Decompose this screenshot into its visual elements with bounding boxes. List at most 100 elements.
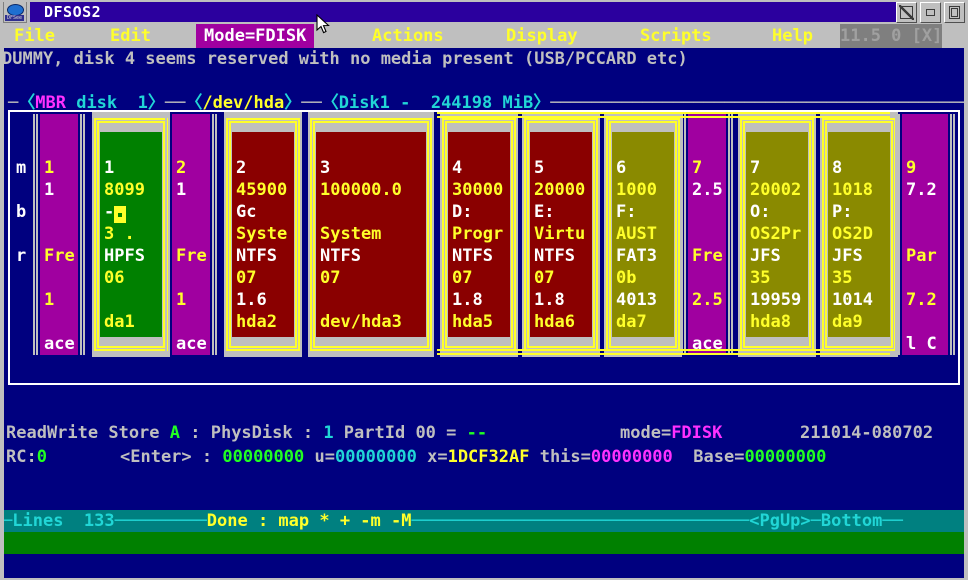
partition-field: ace — [692, 334, 723, 354]
partition-field: 2.5 — [692, 180, 723, 200]
free-space-rail — [681, 114, 683, 355]
partition-field: Par — [906, 246, 937, 266]
partition-field: 7.2 — [906, 180, 937, 200]
partition-field: 7 — [692, 158, 703, 178]
maximize-button[interactable] — [944, 1, 965, 23]
lines-spacer — [63, 511, 83, 531]
info-physdisk-label: : PhysDisk : — [180, 423, 324, 443]
partition-field: P: — [832, 202, 853, 222]
partition-hda3[interactable]: 3 100000.0 System NTFS 07 dev/hda3 — [316, 132, 426, 337]
menu-item-scripts[interactable]: Scripts — [640, 24, 712, 48]
partition-hda8[interactable]: 7 20002 O: OS2Pr JFS 35 19959 hda8 — [746, 132, 808, 337]
extended-partition-rail-top — [437, 116, 890, 118]
cursor-dot — [118, 213, 122, 217]
partition-field: 19959 — [750, 290, 802, 310]
app-icon-label: DFSee — [5, 15, 24, 21]
partition-field: Progr — [452, 224, 504, 244]
lines-dash-bottom: ─ — [810, 511, 821, 531]
info-line-1: ReadWrite Store A : PhysDisk : 1 PartId … — [6, 422, 487, 444]
lines-pgup[interactable]: <PgUp> — [749, 511, 810, 531]
mouse-cursor — [316, 14, 330, 34]
free-space-2[interactable]: 21Fre1aceWas — [172, 114, 210, 355]
lines-dash-end: ── — [882, 511, 903, 531]
info-physdisk-value: 1 — [323, 423, 334, 443]
partition-field: 1.8 — [452, 290, 483, 310]
disk-map: mbr 11Fre1aceWas18099-c3 .HPFS06da121Fre… — [8, 110, 960, 385]
partition-field: E: — [534, 202, 555, 222]
free-space-rail — [83, 114, 85, 355]
menu-item-file[interactable]: File — [14, 24, 55, 48]
info-this-label: this= — [529, 447, 591, 467]
lines-dash-mid: ───────── — [114, 511, 207, 531]
partition-field: da7 — [616, 312, 647, 332]
partition-hda1[interactable]: 18099-c3 .HPFS06da1 — [100, 132, 162, 337]
free-space-rail — [36, 114, 38, 355]
partition-hda5[interactable]: 4 30000 D: Progr NTFS 07 1.8 hda5 — [448, 132, 510, 337]
info-rc-label: RC: — [6, 447, 37, 467]
partition-field: JFS — [750, 246, 781, 266]
menu-item-help[interactable]: Help — [772, 24, 813, 48]
partition-field: l C — [906, 334, 937, 354]
info-timestamp: 211014-080702 — [800, 423, 934, 443]
partition-field: 1 — [44, 290, 55, 310]
partition-field: 1018 — [832, 180, 873, 200]
lines-done-text: Done : map * + -m -M — [206, 511, 412, 531]
free-space-rail — [168, 114, 170, 355]
info-u-label: u= — [304, 447, 335, 467]
menu-bar: File Edit Mode=FDISK Actions Display Scr… — [0, 24, 968, 48]
menu-item-mode-fdisk[interactable]: Mode=FDISK — [196, 24, 315, 48]
partition-field: 100000.0 — [320, 180, 402, 200]
partition-hda9[interactable]: 8 1018 P: OS2D JFS 35 1014 da9 — [828, 132, 890, 337]
partition-hda2[interactable]: 2 45900 Gc Syste NTFS 07 1.6 hda2 — [232, 132, 294, 337]
window-right-edge — [964, 48, 968, 580]
partition-field: 8 — [832, 158, 843, 178]
partition-field: 7.2 — [906, 290, 937, 310]
menu-item-edit[interactable]: Edit — [110, 24, 151, 48]
free-space-rail — [953, 114, 955, 355]
free-space-rail — [950, 114, 952, 355]
info-rc: RC:0 — [6, 446, 47, 468]
status-bar: Menu: [FDISK and LVM partition managemen… — [2, 554, 966, 578]
lines-bottom[interactable]: Bottom — [821, 511, 882, 531]
partition-field: 2.5 — [692, 290, 723, 310]
partition-field: 4 — [452, 158, 463, 178]
minimize-button[interactable] — [920, 1, 941, 23]
info-mode-value: FDISK — [671, 423, 723, 443]
free-space-4[interactable]: 97.2Par7.2l Clin — [902, 114, 948, 355]
partition-field: 06 — [104, 268, 125, 288]
message-line: DUMMY, disk 4 seems reserved with no med… — [2, 49, 688, 69]
free-space-3[interactable]: 7 2.5 Fre 2.5 ace — [688, 114, 726, 355]
info-store-value: A — [169, 423, 181, 443]
partition-field: F: — [616, 202, 637, 222]
info-enter-label: <Enter> : — [120, 447, 223, 467]
partition-field: ace — [176, 334, 207, 354]
window-left-edge — [0, 48, 4, 580]
partition-hda6[interactable]: 5 20000 E: Virtu NTFS 07 1.8 hda6 — [530, 132, 592, 337]
partition-field: 2 — [236, 158, 247, 178]
info-this-value: 00000000 — [590, 447, 673, 467]
partition-field: Fre — [176, 246, 207, 266]
free-space-rail — [33, 114, 35, 355]
free-space-rail — [728, 114, 730, 355]
app-icon[interactable]: DFSee — [3, 1, 27, 23]
partition-field: 2 — [176, 158, 187, 178]
menu-item-display[interactable]: Display — [506, 24, 578, 48]
partition-field: 3 . — [104, 224, 135, 244]
gutter-letter: r — [16, 246, 27, 266]
menu-version-info: 11.5 0 [X] — [840, 24, 943, 48]
partition-field: OS2D — [832, 224, 873, 244]
info-partid-label: PartId 00 = — [333, 423, 467, 443]
info-rc-value: 0 — [36, 447, 47, 467]
free-space-1[interactable]: 11Fre1aceWas — [40, 114, 78, 355]
free-space-rail — [165, 114, 167, 355]
partition-field: 1 — [176, 180, 187, 200]
lines-count: 133 — [83, 511, 115, 531]
command-line[interactable]: [ ] — [2, 532, 966, 580]
hide-button[interactable] — [896, 1, 917, 23]
partition-field: da1 — [104, 312, 135, 332]
partition-field: Fre — [44, 246, 75, 266]
partition-hda7[interactable]: 6 1000 F: AUST FAT3 0b 4013 da7 — [612, 132, 674, 337]
gutter-letter: b — [16, 202, 27, 222]
menu-item-actions[interactable]: Actions — [372, 24, 444, 48]
partition-field: hda5 — [452, 312, 493, 332]
